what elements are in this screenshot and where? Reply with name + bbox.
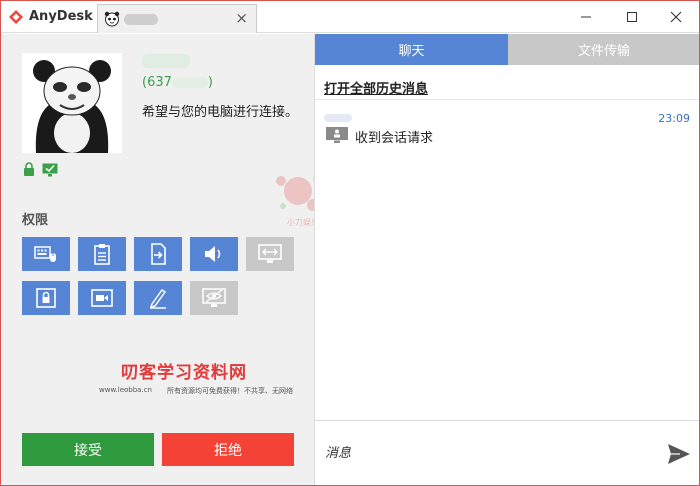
panda-avatar-icon: [104, 11, 120, 27]
file-transfer-icon: [151, 243, 166, 265]
app-name: AnyDesk: [29, 9, 93, 24]
minimize-icon: [581, 16, 591, 18]
incoming-request-panel: (637) 希望与您的电脑进行连接。 权限 叨客学习资料网 www.leobba…: [1, 34, 314, 485]
close-window-button[interactable]: [653, 1, 699, 33]
message-text: 收到会话请求: [355, 131, 434, 146]
send-icon[interactable]: [667, 443, 691, 465]
video-camera-icon: [91, 289, 113, 307]
watermark-url: www.leobba.cn: [99, 386, 152, 394]
perm-control-screen-button[interactable]: [246, 237, 294, 271]
perm-keyboard-mouse-button[interactable]: [22, 237, 70, 271]
message-sender-redacted: [324, 114, 352, 122]
close-icon: [670, 11, 682, 23]
tab-file-transfer[interactable]: 文件传输: [508, 34, 699, 65]
permissions-title: 权限: [22, 213, 49, 228]
remote-id-prefix: (637: [142, 75, 172, 90]
screen-check-icon: [42, 163, 58, 177]
reject-button[interactable]: 拒绝: [162, 433, 294, 466]
anydesk-window: AnyDesk × (637) 希望与您的电脑进行连接。 权限 叨客学习资料网…: [0, 0, 700, 486]
clipboard-icon: [94, 244, 110, 265]
maximize-icon: [627, 12, 637, 22]
session-request-icon: [326, 127, 348, 143]
minimize-button[interactable]: [563, 1, 609, 33]
title-bar: AnyDesk ×: [1, 1, 699, 33]
perm-privacy-mode-button[interactable]: [190, 281, 238, 315]
tab-chat[interactable]: 聊天: [315, 34, 508, 65]
watermark-logo: 叨客学习资料网: [121, 363, 247, 383]
message-time: 23:09: [658, 112, 690, 125]
tab-close-button[interactable]: ×: [235, 10, 248, 26]
pen-draw-icon: [149, 288, 167, 309]
session-tab[interactable]: ×: [97, 4, 257, 33]
perm-clipboard-button[interactable]: [78, 237, 126, 271]
speaker-icon: [205, 246, 221, 262]
perm-draw-button[interactable]: [134, 281, 182, 315]
lock-icon: [24, 162, 34, 176]
perm-sound-button[interactable]: [190, 237, 238, 271]
tab-name-redacted: [124, 14, 158, 25]
watermark-note: 所有资源均可免费获得！不共享、无网络: [167, 387, 293, 395]
accept-button[interactable]: 接受: [22, 433, 154, 466]
request-message: 希望与您的电脑进行连接。: [142, 105, 299, 120]
perm-recording-button[interactable]: [78, 281, 126, 315]
remote-avatar: [22, 53, 122, 153]
panda-meme-avatar-icon: [22, 53, 122, 153]
chat-panel: 聊天 文件传输 打开全部历史消息 23:09 收到会话请求: [314, 34, 699, 485]
remote-id-redacted: [171, 77, 208, 88]
perm-lock-screen-button[interactable]: [22, 281, 70, 315]
monitor-arrows-icon: [258, 244, 282, 263]
anydesk-logo-icon: [9, 10, 23, 24]
perm-file-transfer-button[interactable]: [134, 237, 182, 271]
privacy-eye-off-icon: [202, 288, 226, 307]
keyboard-mouse-icon: [34, 246, 56, 262]
remote-name-redacted: [142, 54, 190, 68]
open-history-link[interactable]: 打开全部历史消息: [324, 78, 428, 97]
remote-id: (637): [142, 75, 213, 90]
maximize-button[interactable]: [609, 1, 655, 33]
lock-screen-icon: [36, 288, 56, 308]
divider: [315, 99, 699, 100]
remote-id-suffix: ): [207, 75, 213, 90]
message-input[interactable]: [325, 437, 655, 469]
message-input-area: [315, 420, 699, 485]
